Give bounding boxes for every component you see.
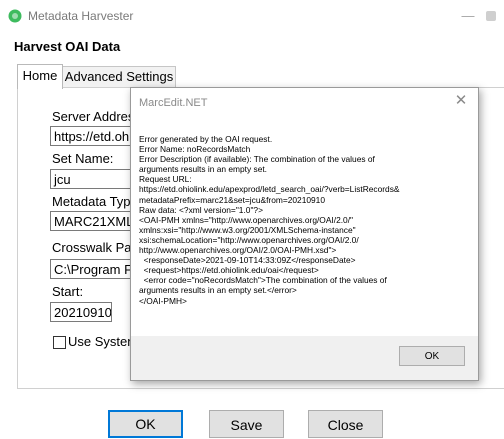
set-name-label: Set Name: [52,151,114,166]
server-address-label: Server Addres [52,109,130,124]
dialog-ok-button[interactable]: OK [399,346,465,366]
dialog-title: MarcEdit.NET [139,97,208,109]
use-system-checkbox[interactable] [53,336,66,349]
server-address-field[interactable]: https://etd.ohio [50,126,135,146]
error-dialog: MarcEdit.NET ✕ Error generated by the OA… [130,87,479,381]
window-title: Metadata Harvester [28,9,134,23]
start-date-field[interactable]: 20210910 [50,302,112,322]
maximize-button[interactable] [486,11,496,21]
error-message: Error generated by the OAI request. Erro… [139,134,400,306]
crosswalk-path-field[interactable]: C:\Program F [50,259,135,279]
start-label: Start: [52,284,84,299]
set-name-field[interactable]: jcu [50,169,135,189]
metadata-type-label: Metadata Type [52,194,130,209]
tab-advanced-settings[interactable]: Advanced Settings [62,66,176,87]
dialog-close-icon[interactable]: ✕ [451,92,471,110]
metadata-type-select[interactable]: MARC21XML [50,211,135,231]
crosswalk-path-label: Crosswalk Pa [52,240,130,255]
app-icon [8,9,22,23]
minimize-button[interactable]: — [456,4,480,28]
title-bar: Metadata Harvester — [0,0,504,32]
use-system-label: Use Systen [68,334,130,349]
dialog-footer: OK [131,336,478,380]
tab-home[interactable]: Home [17,64,63,89]
page-title: Harvest OAI Data [14,39,121,54]
